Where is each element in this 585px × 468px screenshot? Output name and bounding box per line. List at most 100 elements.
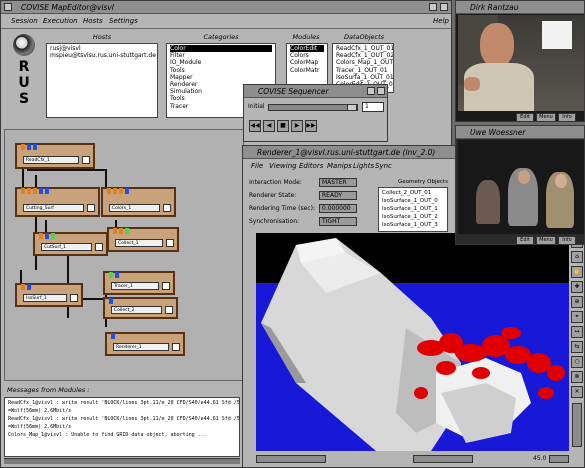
module-item[interactable]: ColorEdit — [290, 45, 324, 53]
module-tracer[interactable]: Tracer_1 — [103, 271, 175, 295]
map-editor-titlebar[interactable]: COVISE MapEditor@visvl — [1, 1, 451, 14]
messages-scrollbar[interactable] — [4, 458, 240, 464]
module-label: IsoSurf_1 — [23, 294, 67, 302]
module-renderer[interactable]: Renderer_1 — [105, 332, 185, 356]
menu-hosts[interactable]: Hosts — [83, 17, 103, 25]
video-bottom-menu-button[interactable]: Menu — [536, 236, 556, 245]
renderer-menu-lights[interactable]: Lights — [353, 162, 374, 170]
module-label: Colors_1 — [109, 204, 160, 212]
maximize-button[interactable] — [440, 3, 448, 11]
category-item[interactable]: Mapper — [170, 74, 272, 81]
geometry-object-item[interactable]: IsoSurface_1_OUT_3 — [382, 221, 444, 229]
video-bottom-titlebar[interactable]: Uwe Woessner — [456, 126, 584, 139]
hosts-list[interactable]: rusj@visvl mspieu@tsvlsu.rus.uni-stuttga… — [46, 43, 158, 118]
renderer-menu-editors[interactable]: Editors — [299, 162, 323, 170]
geometry-objects-list[interactable]: Collect_2_OUT_01 IsoSurface_1_OUT_0 IsoS… — [378, 187, 448, 232]
menu-execution[interactable]: Execution — [43, 17, 78, 25]
host-item[interactable]: mspieu@tsvlsu.rus.uni-stuttgart.de — [50, 52, 156, 59]
video-top-menu-button[interactable]: Menu — [536, 113, 556, 122]
video-window-bottom: Uwe Woessner Edit Menu Info — [455, 125, 585, 245]
step-back-button[interactable]: ◀ — [263, 120, 275, 132]
dataobject-item[interactable]: ReadCfx_1_OUT_02 — [336, 52, 393, 59]
module-toggle-box[interactable] — [163, 204, 171, 212]
sync-tool-icon[interactable]: ⇆ — [571, 341, 583, 353]
stop-button[interactable]: ■ — [277, 120, 289, 132]
dataobject-item[interactable]: IsoSurfa_1_OUT_01 — [336, 74, 393, 81]
category-item[interactable]: Color — [170, 45, 272, 53]
roty-wheel[interactable] — [413, 455, 473, 463]
menu-session[interactable]: Session — [11, 17, 38, 25]
module-item[interactable]: Colors — [290, 52, 324, 59]
dolly-wheel[interactable] — [572, 403, 582, 447]
video-top-titlebar[interactable]: Dirk Rantzau — [456, 1, 584, 14]
sequencer-minimize-button[interactable] — [367, 87, 375, 95]
status-value: MASTER — [319, 178, 357, 187]
geometry-objects-heading: Geometry Objects — [398, 179, 448, 185]
zoom-slider[interactable] — [549, 455, 569, 463]
module-item[interactable]: ColorMap — [290, 59, 324, 66]
module-collect[interactable]: Collect_1 — [107, 227, 179, 252]
dataobject-item[interactable]: Tracer_1_OUT_01 — [336, 67, 390, 74]
module-toggle-box[interactable] — [165, 306, 173, 314]
fast-forward-button[interactable]: ▶▶ — [305, 120, 317, 132]
sequencer-maximize-button[interactable] — [377, 87, 385, 95]
video-top-info-button[interactable]: Info — [558, 113, 576, 122]
messages-list[interactable]: ReadCfx_1@visvl : write result 'BLOCK/li… — [4, 397, 240, 457]
pan-tool-icon[interactable]: ↔ — [571, 326, 583, 338]
host-item[interactable]: rusj@visvl — [50, 45, 154, 52]
sequencer-slider[interactable] — [268, 104, 358, 111]
video-bottom-edit-button[interactable]: Edit — [516, 236, 534, 245]
module-item[interactable]: ColorMatr — [290, 67, 324, 74]
video-bottom-info-button[interactable]: Info — [558, 236, 576, 245]
geometry-object-item[interactable]: Collect_2_OUT_01 — [382, 189, 444, 197]
geometry-object-item[interactable]: IsoSurface_1_OUT_1 — [382, 205, 444, 213]
category-item[interactable]: Tools — [170, 67, 272, 74]
sequencer-titlebar[interactable]: COVISE Sequencer — [244, 85, 387, 98]
module-isosurf[interactable]: IsoSurf_1 — [15, 283, 83, 307]
geometry-object-item[interactable]: IsoSurface_1_OUT_2 — [382, 213, 444, 221]
hand-tool-icon[interactable]: ✋ — [571, 266, 583, 278]
module-toggle-box[interactable] — [162, 282, 170, 290]
record-tool-icon[interactable]: ⊗ — [571, 371, 583, 383]
module-toggle-box[interactable] — [166, 239, 174, 247]
category-item[interactable]: IO_Module — [170, 59, 272, 66]
module-network-canvas[interactable]: ReadCfx_1 Cutting_Surf Colors_1 CutSurf_… — [4, 129, 244, 381]
view-tool-icon[interactable]: ○ — [571, 356, 583, 368]
dataobject-item[interactable]: ReadCfx_1_OUT_01 — [336, 45, 393, 52]
renderer-menu-viewing[interactable]: Viewing — [269, 162, 297, 170]
render-viewport[interactable] — [256, 233, 569, 451]
move-tool-icon[interactable]: ✚ — [571, 281, 583, 293]
rewind-button[interactable]: ◀◀ — [249, 120, 261, 132]
module-toggle-box[interactable] — [172, 343, 180, 351]
zoom-tool-icon[interactable]: ⊕ — [571, 296, 583, 308]
module-colors[interactable]: Colors_1 — [101, 187, 176, 217]
dataobject-item[interactable]: Colors_Map_1_OUT_02 — [336, 59, 393, 66]
module-collect-2[interactable]: Collect_2 — [103, 297, 178, 319]
module-toggle-box[interactable] — [70, 294, 78, 302]
dataobjects-heading: DataObjects — [343, 33, 385, 41]
video-top-edit-button[interactable]: Edit — [516, 113, 534, 122]
module-toggle-box[interactable] — [87, 204, 95, 212]
home-tool-icon[interactable]: ⌂ — [571, 251, 583, 263]
renderer-menu-sync[interactable]: Sync — [375, 162, 392, 170]
menu-settings[interactable]: Settings — [109, 17, 138, 25]
window-menu-button[interactable] — [4, 3, 12, 11]
video-top-title: Dirk Rantzau — [470, 3, 519, 12]
module-cutting-surf[interactable]: Cutting_Surf — [15, 187, 100, 217]
slider-thumb[interactable] — [347, 104, 357, 111]
module-label: Collect_2 — [111, 306, 162, 314]
module-readcfx[interactable]: ReadCfx_1 — [15, 143, 95, 169]
renderer-menu-file[interactable]: File — [251, 162, 263, 170]
module-toggle-box[interactable] — [82, 156, 90, 164]
close-tool-icon[interactable]: ✕ — [571, 386, 583, 398]
menu-help[interactable]: Help — [433, 17, 449, 25]
category-item[interactable]: Filter — [170, 52, 272, 59]
seek-tool-icon[interactable]: ⌖ — [571, 311, 583, 323]
play-button[interactable]: ▶ — [291, 120, 303, 132]
rotx-wheel[interactable] — [256, 455, 326, 463]
minimize-button[interactable] — [429, 3, 437, 11]
module-cutsurf[interactable]: CutSurf_1 — [33, 232, 108, 256]
renderer-menu-manips[interactable]: Manips — [327, 162, 352, 170]
module-toggle-box[interactable] — [95, 243, 103, 251]
geometry-object-item[interactable]: IsoSurface_1_OUT_0 — [382, 197, 444, 205]
